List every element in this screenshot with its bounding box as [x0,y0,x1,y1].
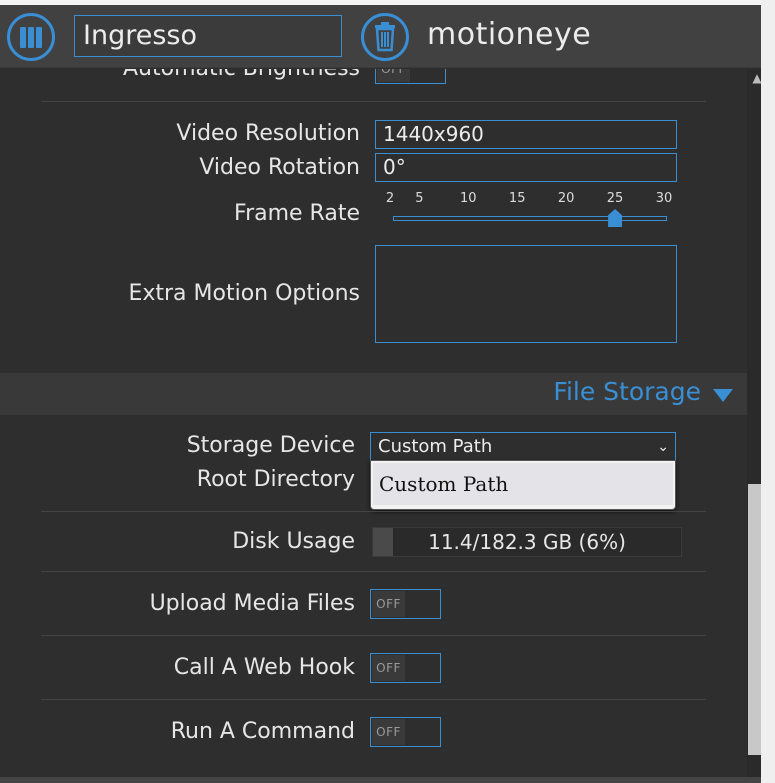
disk-usage-label: Disk Usage [232,529,355,554]
toggle-knob: OFF [377,69,410,82]
storage-device-dropdown: Custom Path [370,460,676,510]
video-resolution-label: Video Resolution [176,121,360,146]
frame-rate-slider-track[interactable] [393,216,667,221]
video-rotation-label: Video Rotation [199,155,360,180]
window-bottom-edge [0,777,761,783]
video-rotation-input[interactable]: 0° [375,153,677,182]
frame-rate-label: Frame Rate [234,201,360,226]
extra-motion-options-textarea[interactable] [375,245,677,343]
root-directory-label: Root Directory [196,467,355,492]
run-command-label: Run A Command [170,719,355,744]
storage-device-label: Storage Device [186,433,355,458]
select-value: Custom Path [378,436,493,457]
frame-rate-tick: 2 [385,191,395,206]
section-title: File Storage [553,377,701,406]
file-storage-section-header[interactable]: File Storage [0,373,747,415]
separator [41,511,706,512]
frame-rate-tick: 5 [415,191,424,206]
call-web-hook-label: Call A Web Hook [173,655,355,680]
menu-button[interactable] [7,13,55,61]
caret-down-icon [713,389,733,402]
call-web-hook-toggle[interactable]: OFF [370,653,441,683]
toggle-knob: OFF [372,591,405,617]
settings-panel: Automatic Brightness OFF Video Resolutio… [0,69,747,783]
storage-device-select[interactable]: Custom Path ⌄ [370,432,676,462]
window-right-edge [761,0,775,783]
chevron-down-icon: ⌄ [657,439,669,455]
automatic-brightness-label: Automatic Brightness [123,69,360,81]
toggle-knob: OFF [372,719,405,745]
separator [41,101,706,102]
app-title: motioneye [427,17,592,52]
frame-rate-tick: 30 [655,191,673,206]
header-bar: Ingresso motioneye [0,5,761,68]
separator [41,699,706,700]
frame-rate-tick: 15 [508,191,526,206]
toggle-knob: OFF [372,655,405,681]
frame-rate-slider-handle[interactable] [608,209,623,227]
upload-media-files-label: Upload Media Files [149,591,355,616]
video-resolution-input[interactable]: 1440x960 [375,120,677,149]
separator [41,571,706,572]
separator [41,635,706,636]
frame-rate-tick: 10 [460,191,477,206]
disk-usage-bar: 11.4/182.3 GB (6%) [372,527,682,557]
disk-usage-text: 11.4/182.3 GB (6%) [428,530,626,554]
frame-rate-tick: 25 [606,191,624,206]
delete-camera-button[interactable] [361,13,409,61]
run-command-toggle[interactable]: OFF [370,717,441,747]
extra-motion-options-label: Extra Motion Options [128,281,360,306]
trash-icon [375,22,395,52]
upload-media-files-toggle[interactable]: OFF [370,589,441,619]
camera-name-input[interactable]: Ingresso [74,15,342,57]
dropdown-option[interactable]: Custom Path [373,463,673,505]
automatic-brightness-toggle[interactable]: OFF [375,69,446,84]
frame-rate-tick: 20 [557,191,575,206]
